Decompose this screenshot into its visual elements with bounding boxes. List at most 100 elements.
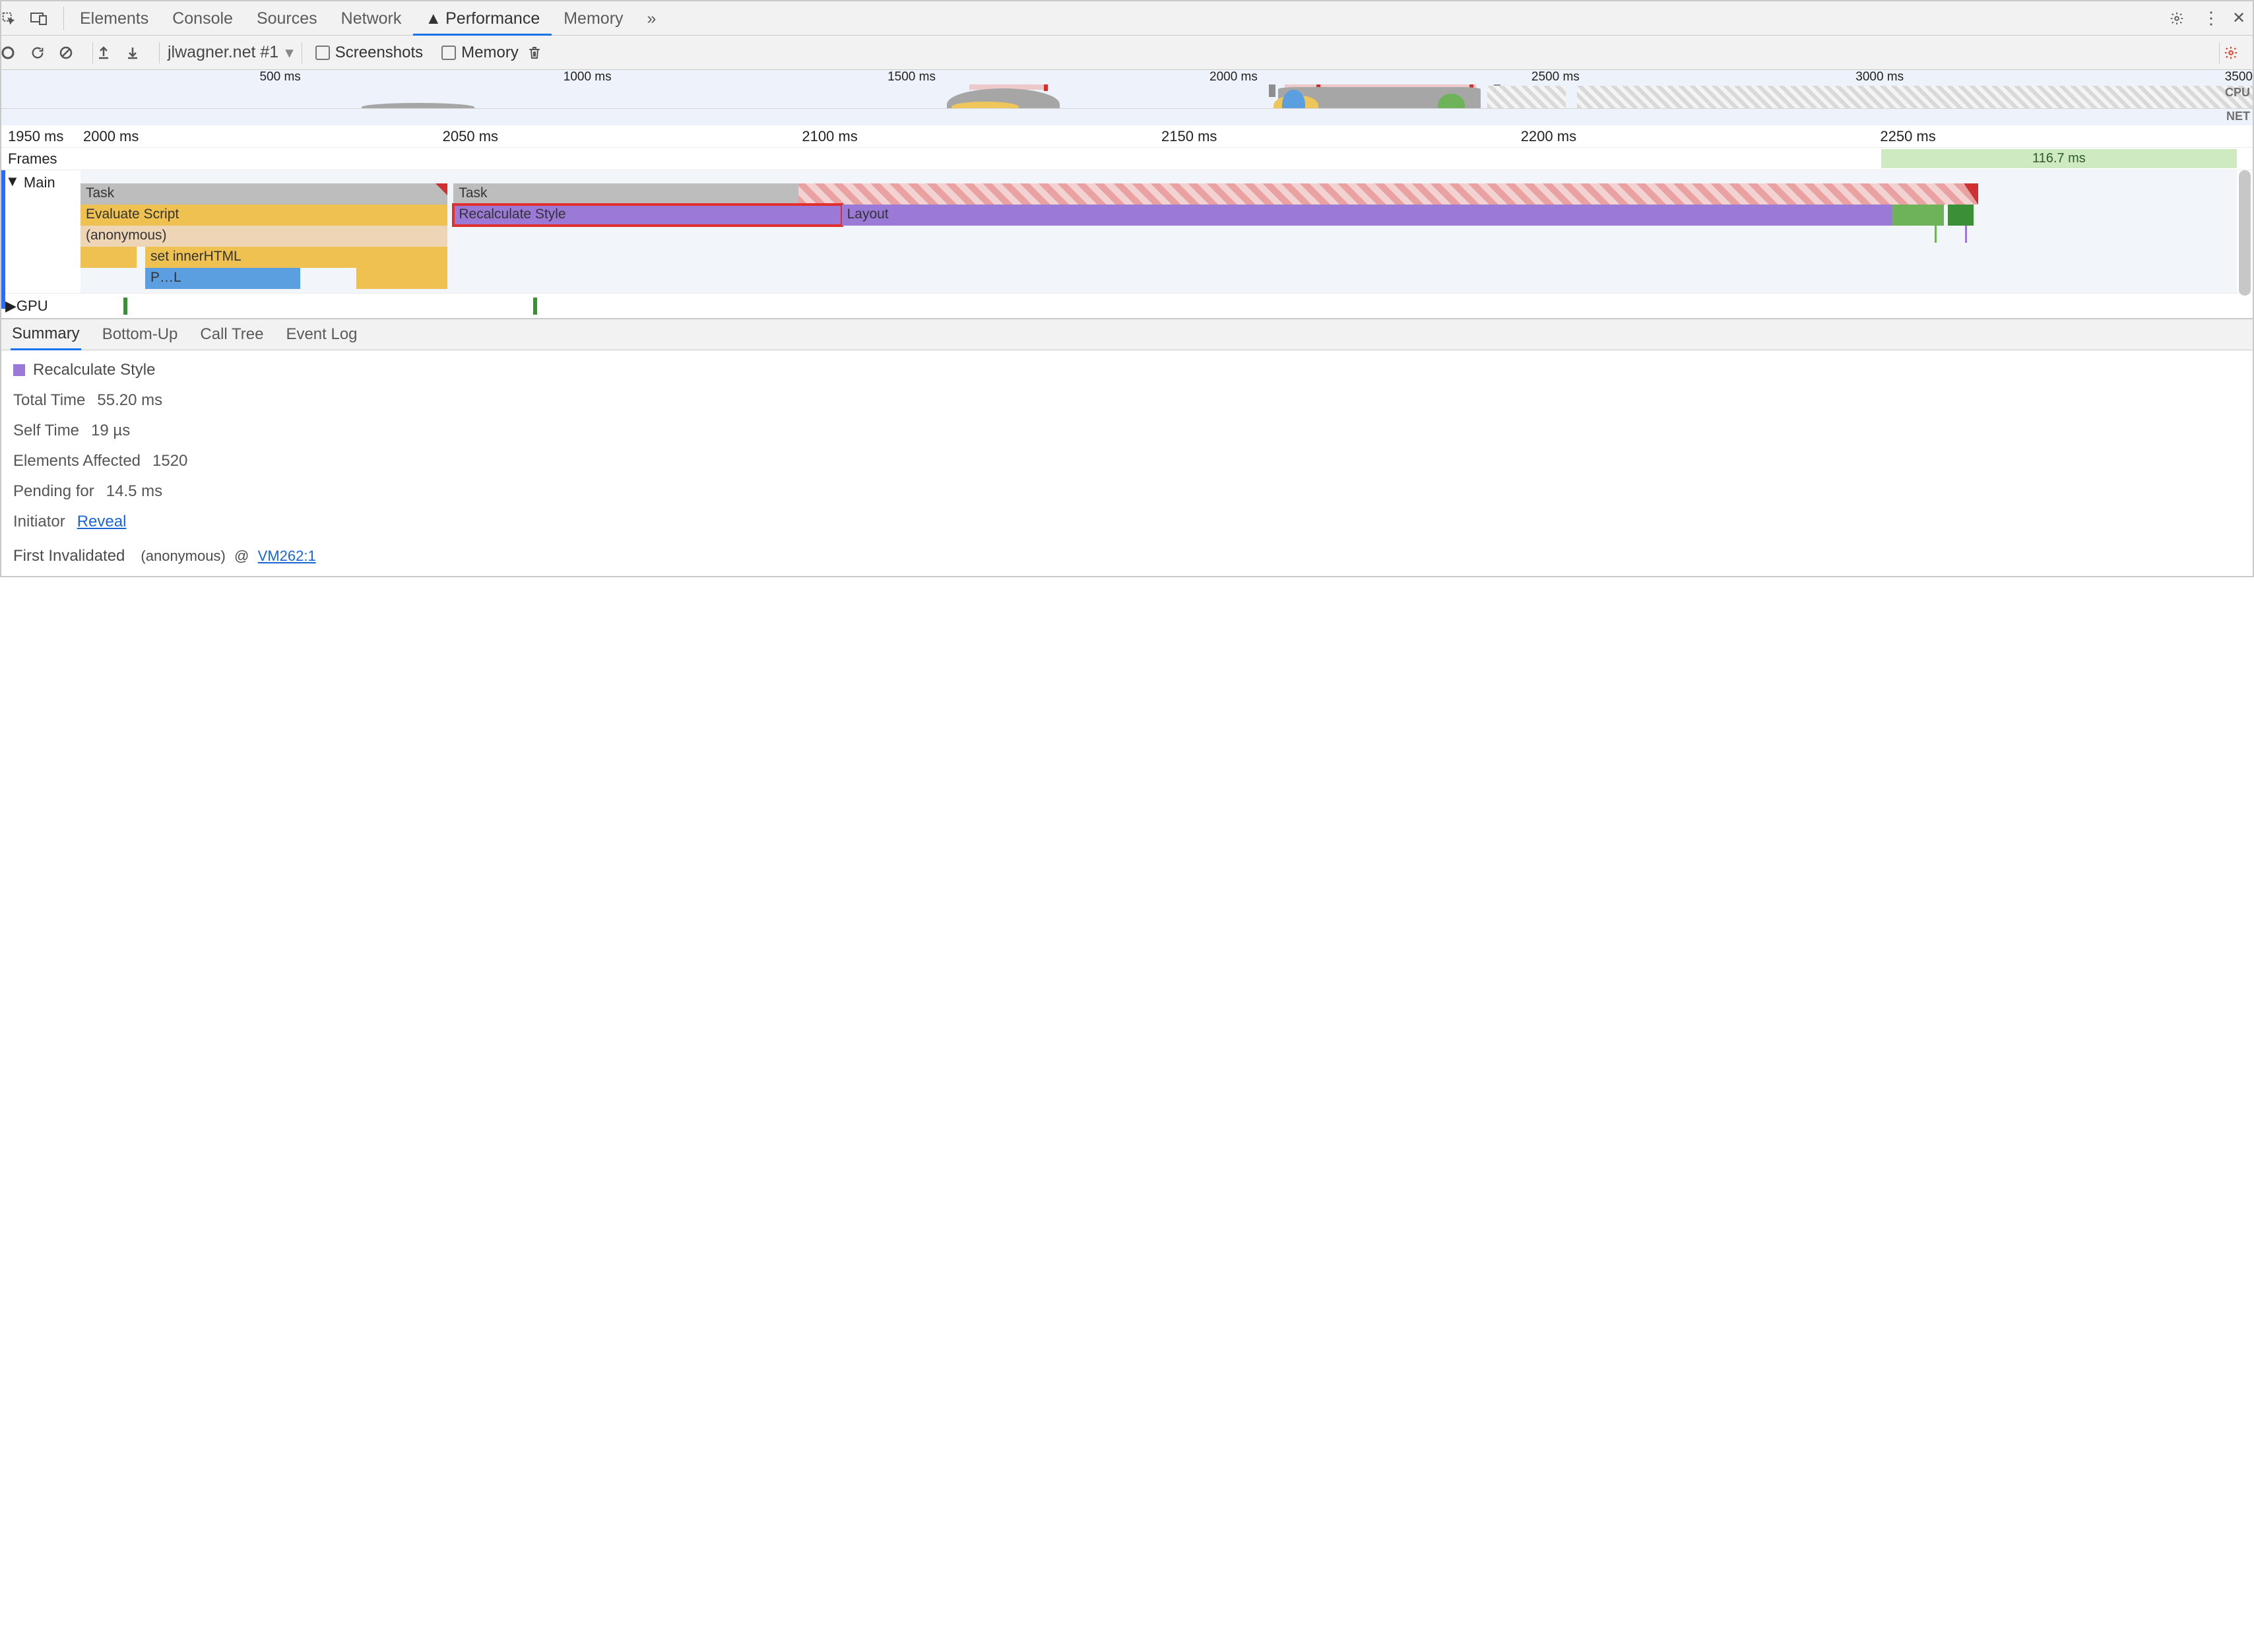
focus-bar: [1, 170, 5, 309]
task-block[interactable]: Task: [80, 183, 447, 205]
ruler-tick: 2200 ms: [1518, 128, 1878, 145]
record-icon[interactable]: [1, 46, 30, 59]
tab-more[interactable]: »: [635, 1, 668, 36]
at-symbol: @: [234, 548, 249, 564]
screenshots-label: Screenshots: [335, 44, 423, 62]
gear-icon[interactable]: [2170, 11, 2197, 26]
pending-for-label: Pending for: [13, 482, 94, 501]
ruler-start: 1950 ms: [1, 128, 80, 145]
separator: [92, 42, 93, 63]
trash-icon[interactable]: [528, 46, 557, 60]
tiny-block[interactable]: [1965, 226, 1967, 243]
tab-performance-label: Performance: [445, 9, 540, 28]
initiator-reveal-link[interactable]: Reveal: [77, 513, 127, 531]
capture-settings-icon[interactable]: [2224, 46, 2253, 60]
net-overview: [1, 108, 2253, 125]
tab-network[interactable]: Network: [329, 1, 414, 36]
script-block[interactable]: [356, 268, 447, 289]
reload-icon[interactable]: [30, 46, 59, 60]
overview-tick: 1000 ms: [564, 70, 612, 84]
scrollbar-thumb[interactable]: [2239, 170, 2251, 296]
inspect-element-icon[interactable]: [1, 11, 30, 26]
ruler-tick: 2000 ms: [80, 128, 440, 145]
task-block[interactable]: Task: [453, 183, 798, 205]
timeline-ruler: 1950 ms 2000 ms 2050 ms 2100 ms 2150 ms …: [1, 125, 2253, 148]
overview-tick: 2000 ms: [1209, 70, 1258, 84]
tab-memory[interactable]: Memory: [552, 1, 635, 36]
warning-triangle-icon: [1964, 183, 1978, 205]
main-track[interactable]: ▼ Main Task Task Evaluate Script Recalcu…: [1, 170, 2253, 294]
overview-tick: 3500: [2225, 70, 2253, 84]
elements-affected-label: Elements Affected: [13, 452, 141, 470]
performance-toolbar: jlwagner.net #1 ▾ Screenshots Memory: [1, 36, 2253, 70]
screenshots-checkbox[interactable]: Screenshots: [315, 44, 423, 62]
warning-icon: ▲: [425, 9, 441, 28]
overview-tick: 1500 ms: [887, 70, 936, 84]
color-swatch: [13, 364, 25, 376]
evaluate-script-block[interactable]: Evaluate Script: [80, 205, 447, 226]
gpu-tick[interactable]: [533, 298, 537, 315]
cpu-overview: [1, 84, 2253, 108]
frames-track[interactable]: Frames 116.7 ms: [1, 148, 2253, 170]
total-time-label: Total Time: [13, 391, 85, 410]
net-label: NET: [2226, 110, 2250, 123]
composite-block[interactable]: [1948, 205, 1974, 226]
tab-bottom-up[interactable]: Bottom-Up: [101, 320, 179, 349]
flamechart-area[interactable]: Task Task Evaluate Script Recalculate St…: [80, 170, 2237, 293]
frame-duration: 116.7 ms: [2032, 151, 2086, 166]
ruler-tick: 2050 ms: [440, 128, 800, 145]
memory-label: Memory: [461, 44, 519, 62]
checkbox-box: [441, 46, 456, 60]
ruler-tick: 2250 ms: [1877, 128, 2237, 145]
recording-dropdown[interactable]: jlwagner.net #1 ▾: [164, 43, 298, 63]
recording-dropdown-label: jlwagner.net #1: [168, 43, 278, 62]
self-time-value: 19 µs: [91, 422, 130, 440]
tab-summary[interactable]: Summary: [11, 319, 81, 350]
close-icon[interactable]: ✕: [2225, 9, 2253, 28]
script-block[interactable]: [80, 247, 137, 268]
tab-event-log[interactable]: Event Log: [284, 320, 358, 349]
frame-block[interactable]: 116.7 ms: [1881, 149, 2237, 168]
tab-console[interactable]: Console: [160, 1, 245, 36]
first-invalidated-source-link[interactable]: VM262:1: [258, 548, 316, 564]
frames-label: Frames: [1, 148, 80, 170]
clear-icon[interactable]: [59, 46, 88, 59]
long-task-block[interactable]: [798, 183, 1978, 205]
tiny-block[interactable]: [1935, 226, 1937, 243]
download-icon[interactable]: [126, 46, 155, 60]
ruler-tick: 2100 ms: [799, 128, 1159, 145]
timeline-overview[interactable]: 500 ms 1000 ms 1500 ms 2000 ms 2500 ms 3…: [1, 70, 2253, 125]
elements-affected-value: 1520: [152, 452, 187, 470]
anonymous-block[interactable]: (anonymous): [80, 226, 447, 247]
recalculate-style-block[interactable]: Recalculate Style: [453, 205, 841, 226]
separator: [2219, 42, 2220, 63]
tab-elements[interactable]: Elements: [68, 1, 160, 36]
ruler-tick: 2150 ms: [1159, 128, 1518, 145]
overview-tick: 500 ms: [259, 70, 300, 84]
total-time-value: 55.20 ms: [97, 391, 162, 410]
devtools-tabbar: Elements Console Sources Network ▲Perfor…: [1, 1, 2253, 36]
tab-performance[interactable]: ▲Performance: [413, 1, 552, 36]
initiator-label: Initiator: [13, 513, 65, 531]
tab-call-tree[interactable]: Call Tree: [199, 320, 265, 349]
paint-block[interactable]: [1892, 205, 1943, 226]
overview-ticks: 500 ms 1000 ms 1500 ms 2000 ms 2500 ms 3…: [1, 70, 2253, 84]
warning-triangle-icon: [435, 183, 447, 195]
set-innerhtml-block[interactable]: set innerHTML: [145, 247, 447, 268]
main-label[interactable]: ▼ Main: [1, 170, 80, 293]
summary-title: Recalculate Style: [33, 361, 155, 379]
separator: [63, 7, 64, 30]
upload-icon[interactable]: [97, 46, 126, 60]
kebab-icon[interactable]: ⋮: [2197, 8, 2225, 28]
first-invalidated-fn: (anonymous): [141, 548, 225, 564]
tab-sources[interactable]: Sources: [245, 1, 329, 36]
gpu-label[interactable]: ▶ GPU: [1, 294, 80, 318]
device-toolbar-icon[interactable]: [30, 12, 59, 25]
layout-block[interactable]: Layout: [842, 205, 1892, 226]
gpu-track[interactable]: ▶ GPU: [1, 294, 2253, 319]
memory-checkbox[interactable]: Memory: [441, 44, 519, 62]
parse-html-block[interactable]: P…L: [145, 268, 300, 289]
details-tabbar: Summary Bottom-Up Call Tree Event Log: [1, 319, 2253, 350]
first-invalidated-label: First Invalidated: [13, 547, 125, 565]
gpu-tick[interactable]: [123, 298, 127, 315]
